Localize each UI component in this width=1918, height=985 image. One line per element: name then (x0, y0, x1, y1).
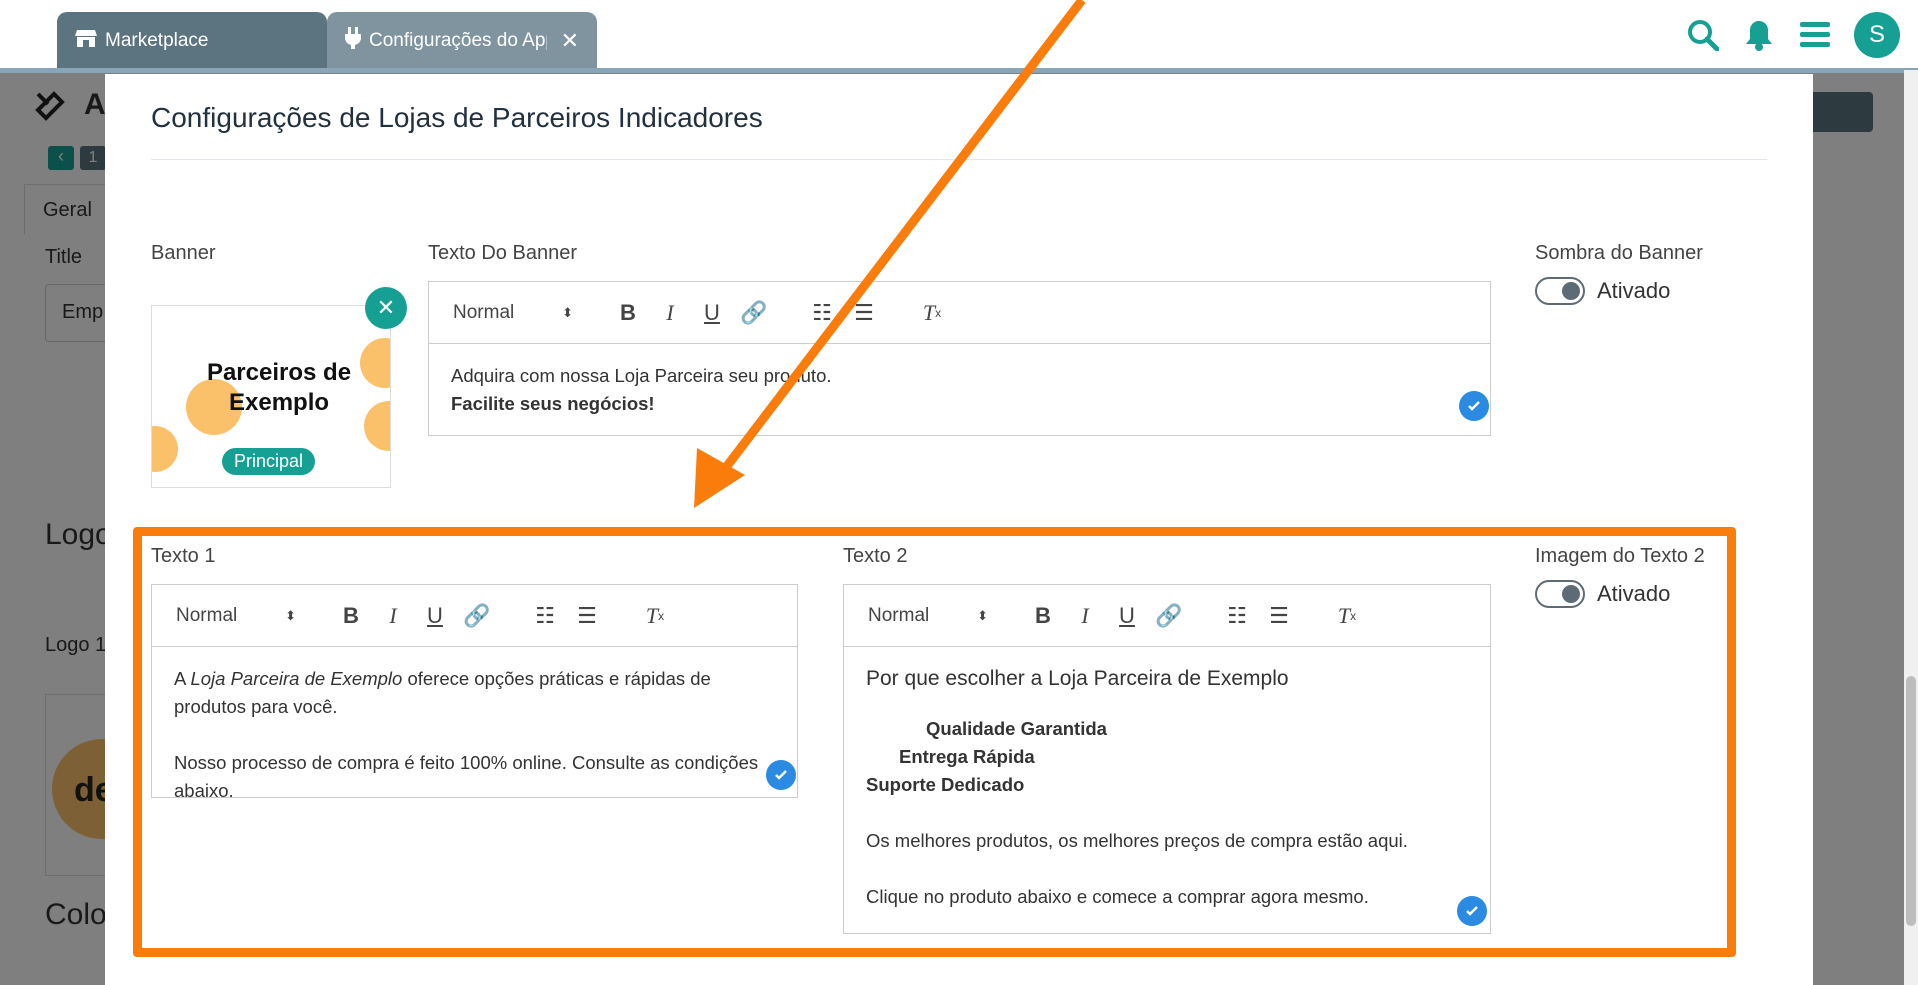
annotation-arrow (694, 0, 1086, 508)
scrollbar[interactable] (1904, 70, 1918, 985)
scroll-thumb[interactable] (1906, 676, 1916, 926)
